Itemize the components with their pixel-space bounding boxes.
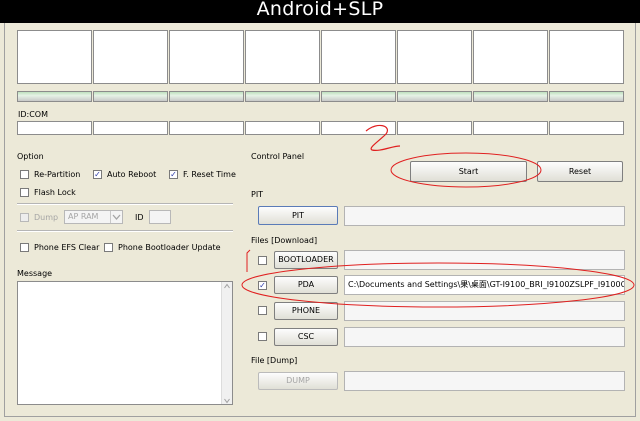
- f-reset-time-label: F. Reset Time: [183, 170, 236, 179]
- id-label: ID: [135, 213, 144, 222]
- check-mark-icon: ✓: [259, 281, 266, 290]
- phone-efs-clear-checkbox[interactable]: [20, 243, 29, 252]
- file-dump-header: File [Dump]: [251, 356, 298, 365]
- pda-checkbox[interactable]: ✓: [258, 281, 267, 290]
- check-mark-icon: ✓: [94, 170, 101, 179]
- option-header: Option: [17, 152, 44, 161]
- pit-button[interactable]: PIT: [258, 206, 338, 225]
- com-field-3: [169, 121, 244, 135]
- port-slot-1: [17, 30, 92, 84]
- csc-path-field: [344, 327, 625, 347]
- com-field-7: [473, 121, 548, 135]
- bootloader-checkbox[interactable]: [258, 256, 267, 265]
- phone-efs-clear-label: Phone EFS Clear: [34, 243, 100, 252]
- phone-checkbox[interactable]: [258, 306, 267, 315]
- progress-bar-1: [17, 91, 92, 102]
- start-button[interactable]: Start: [410, 161, 527, 182]
- dump-label: Dump: [34, 213, 59, 222]
- com-field-8: [549, 121, 624, 135]
- pda-button[interactable]: PDA: [274, 276, 338, 294]
- flash-lock-label: Flash Lock: [34, 188, 76, 197]
- message-log[interactable]: [17, 281, 233, 405]
- port-slot-7: [473, 30, 548, 84]
- reset-button[interactable]: Reset: [537, 161, 623, 182]
- control-panel-header: Control Panel: [251, 152, 305, 161]
- csc-checkbox[interactable]: [258, 332, 267, 341]
- port-slot-6: [397, 30, 472, 84]
- id-field[interactable]: [149, 210, 171, 224]
- com-field-4: [245, 121, 320, 135]
- progress-bar-3: [169, 91, 244, 102]
- com-field-1: [17, 121, 92, 135]
- check-mark-icon: ✓: [170, 170, 177, 179]
- flash-lock-checkbox[interactable]: [20, 188, 29, 197]
- f-reset-time-checkbox[interactable]: ✓: [169, 170, 178, 179]
- auto-reboot-checkbox[interactable]: ✓: [93, 170, 102, 179]
- option-divider-2: [17, 230, 233, 232]
- port-slot-8: [549, 30, 624, 84]
- phone-bootloader-update-checkbox[interactable]: [104, 243, 113, 252]
- pda-path-field: C:\Documents and Settings\果\桌面\GT-I9100_…: [344, 275, 625, 295]
- re-partition-label: Re-Partition: [34, 170, 81, 179]
- id-com-label: ID:COM: [18, 110, 48, 119]
- port-slot-2: [93, 30, 168, 84]
- files-download-header: Files [Download]: [251, 236, 318, 245]
- port-slot-5: [321, 30, 396, 84]
- csc-button[interactable]: CSC: [274, 328, 338, 346]
- chevron-down-icon[interactable]: [110, 211, 122, 223]
- bootloader-button[interactable]: BOOTLOADER: [274, 251, 338, 269]
- port-slot-4: [245, 30, 320, 84]
- dump-select-value: AP RAM: [68, 212, 99, 221]
- com-field-2: [93, 121, 168, 135]
- message-header: Message: [17, 269, 53, 278]
- progress-bar-6: [397, 91, 472, 102]
- message-scrollbar[interactable]: [221, 282, 232, 404]
- progress-bar-4: [245, 91, 320, 102]
- com-field-5: [321, 121, 396, 135]
- bootloader-path-field: [344, 250, 625, 270]
- phone-path-field: [344, 301, 625, 321]
- dump-checkbox[interactable]: [20, 213, 29, 222]
- dump-button[interactable]: DUMP: [258, 372, 338, 390]
- phone-bootloader-update-label: Phone Bootloader Update: [118, 243, 221, 252]
- progress-bar-8: [549, 91, 624, 102]
- app-title-bar: Android+SLP: [0, 0, 640, 23]
- pit-path-field: [344, 206, 625, 226]
- phone-button[interactable]: PHONE: [274, 302, 338, 320]
- com-field-6: [397, 121, 472, 135]
- app-title: Android+SLP: [256, 0, 384, 20]
- dump-path-field: [344, 371, 625, 391]
- auto-reboot-label: Auto Reboot: [107, 170, 157, 179]
- progress-bar-7: [473, 91, 548, 102]
- progress-bar-2: [93, 91, 168, 102]
- port-slot-3: [169, 30, 244, 84]
- re-partition-checkbox[interactable]: [20, 170, 29, 179]
- progress-bar-5: [321, 91, 396, 102]
- dump-select[interactable]: AP RAM: [64, 210, 123, 224]
- option-divider: [17, 203, 233, 205]
- pit-header: PIT: [251, 190, 264, 199]
